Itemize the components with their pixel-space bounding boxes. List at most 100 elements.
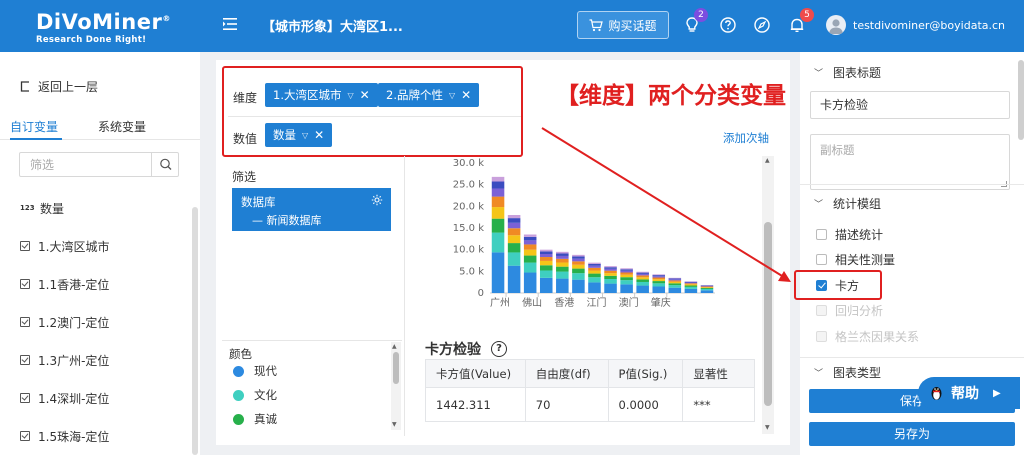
legend-label: 现代 (254, 364, 277, 378)
buy-topic-button[interactable]: 购买话题 (577, 11, 669, 39)
legend-item[interactable]: 真诚 (233, 411, 277, 427)
bar-segment (507, 265, 521, 293)
option-label: 回归分析 (835, 304, 884, 318)
bar-segment (588, 282, 601, 293)
settings-scrollbar[interactable] (1018, 60, 1024, 140)
main-scrollbar[interactable]: ▲ ▼ (762, 156, 774, 434)
list-item[interactable]: 1.大湾区城市 (20, 227, 190, 265)
compass-icon[interactable] (753, 16, 771, 34)
bar-segment (652, 281, 666, 284)
list-item[interactable]: 1.2澳门-定位 (20, 303, 190, 341)
x-tick-label: 肇庆 (651, 296, 671, 309)
bar-segment (539, 249, 553, 252)
variable-sidebar: 返回上一层 自订变量 系统变量 123 数量 1.大湾区城市 (0, 52, 200, 455)
section-chart-type[interactable]: ﹀ 图表类型 (814, 366, 881, 378)
help-circle-icon[interactable]: ? (491, 341, 507, 357)
bar-segment (539, 277, 553, 293)
checkbox-list-icon (20, 279, 30, 289)
tab-custom-variables[interactable]: 自订变量 (10, 118, 58, 135)
bar-segment (604, 266, 617, 268)
legend-label: 真诚 (254, 412, 277, 426)
scroll-down-icon[interactable]: ▼ (392, 421, 397, 428)
user-menu[interactable]: testdivominer@boyidata.cn (826, 15, 1005, 35)
bar-segment (652, 279, 666, 282)
list-item[interactable]: 1.5珠海-定位 (20, 417, 190, 455)
top-bar: DiVoMiner® Research Done Right! 【城市形象】大湾… (0, 0, 1024, 52)
add-secondary-axis-link[interactable]: 添加次轴 (723, 130, 769, 146)
bar-segment (620, 270, 633, 273)
subtitle-input[interactable]: 副标题 (810, 134, 1010, 190)
bar-segment (620, 274, 633, 278)
y-tick-label: 20.0 k (453, 201, 484, 212)
table-header: 显著性 (682, 359, 755, 388)
bar-segment (588, 267, 601, 271)
table-row: 1442.311 70 0.0000 *** (425, 387, 755, 422)
save-as-button[interactable]: 另存为 (809, 422, 1015, 446)
bar-segment (700, 287, 714, 289)
y-tick-label: 30.0 k (453, 158, 484, 169)
bar-segment (684, 282, 698, 284)
bar-segment (620, 277, 633, 281)
chevron-down-icon: ﹀ (814, 69, 824, 79)
help-button[interactable]: 帮助 ▶ (918, 377, 1020, 409)
bar-segment (636, 281, 649, 286)
scrollbar-thumb[interactable] (764, 222, 772, 406)
bar-segment (684, 284, 698, 286)
list-item[interactable]: 123 数量 (20, 189, 190, 227)
table-cell: 1442.311 (425, 387, 526, 422)
bar-segment (684, 283, 698, 285)
scrollbar-thumb[interactable] (393, 352, 399, 384)
bar-segment (572, 254, 585, 257)
legend-scrollbar[interactable]: ▲ ▼ (391, 342, 401, 430)
bar-segment (491, 207, 505, 219)
list-item[interactable]: 1.4深圳-定位 (20, 379, 190, 417)
variable-label: 数量 (40, 201, 65, 216)
sidebar-scrollbar[interactable] (192, 207, 198, 455)
option-correlation[interactable]: 相关性测量 (816, 251, 895, 268)
logo[interactable]: DiVoMiner® Research Done Right! (36, 7, 186, 47)
database-filter[interactable]: 数据库 — 新闻数据库 (232, 188, 391, 231)
option-descriptive-stats[interactable]: 描述统计 (816, 226, 883, 243)
y-tick-label: 25.0 k (453, 180, 484, 191)
bar-segment (572, 264, 585, 269)
bar-segment (700, 285, 714, 287)
section-chart-title[interactable]: ﹀ 图表标题 (814, 64, 881, 81)
legend-item[interactable]: 现代 (233, 363, 277, 379)
section-stats-module[interactable]: ﹀ 统计模组 (814, 195, 881, 212)
scroll-down-icon[interactable]: ▼ (765, 424, 770, 431)
help-circle-icon[interactable] (719, 16, 737, 34)
bar-segment (700, 288, 714, 289)
bar-segment (588, 263, 601, 266)
checkbox[interactable] (816, 254, 827, 265)
subtitle-placeholder: 副标题 (820, 143, 855, 157)
filter-label: 筛选 (232, 170, 257, 184)
back-button[interactable]: 返回上一层 (20, 78, 98, 95)
scroll-up-icon[interactable]: ▲ (392, 343, 397, 350)
panel-divider (404, 156, 405, 436)
bar-segment (604, 273, 617, 276)
bar-segment (700, 288, 714, 291)
bar-segment (556, 262, 569, 267)
bar-segment (668, 277, 682, 279)
tab-system-variables[interactable]: 系统变量 (98, 118, 146, 135)
search-input[interactable] (20, 153, 150, 176)
highlight-box-dimensions (222, 66, 523, 157)
scroll-up-icon[interactable]: ▲ (765, 157, 770, 164)
bar-segment (523, 236, 537, 241)
x-tick-label: 广州 (490, 297, 510, 309)
topic-title[interactable]: 【城市形象】大湾区1... (262, 16, 403, 35)
list-item[interactable]: 1.3广州-定位 (20, 341, 190, 379)
checkbox (816, 331, 827, 342)
bar-segment (491, 232, 505, 253)
chart-title-input[interactable]: 卡方检验 (810, 91, 1010, 119)
bar-segment (684, 286, 698, 289)
checkbox[interactable] (816, 229, 827, 240)
legend-item[interactable]: 文化 (233, 387, 277, 403)
bar-segment (556, 258, 569, 263)
menu-toggle-icon[interactable] (222, 15, 240, 33)
gear-icon[interactable] (371, 194, 383, 206)
x-tick-label: 江门 (586, 296, 606, 309)
section-label: 图表标题 (833, 66, 882, 80)
list-item[interactable]: 1.1香港-定位 (20, 265, 190, 303)
search-button[interactable] (151, 153, 179, 176)
